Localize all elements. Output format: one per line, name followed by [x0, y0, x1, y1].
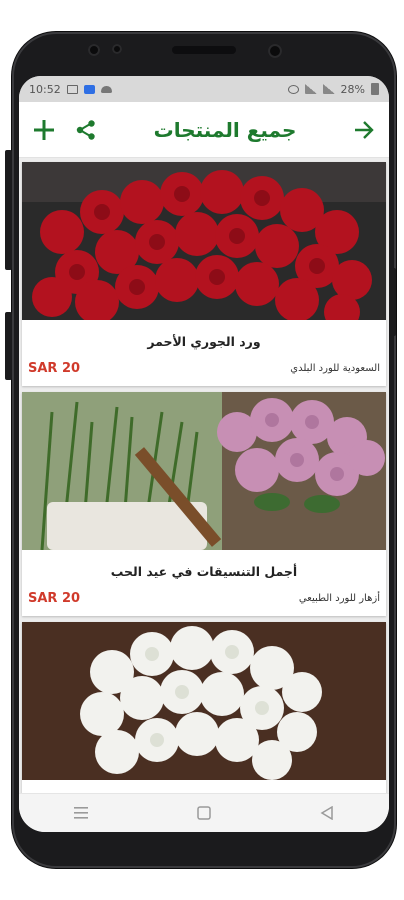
front-camera	[268, 44, 282, 58]
back-icon	[320, 806, 334, 820]
cloud-icon	[100, 85, 112, 93]
share-button[interactable]	[73, 117, 99, 143]
forward-button[interactable]	[351, 117, 377, 143]
product-image-red-roses	[22, 162, 386, 320]
product-card[interactable]: ورد الجوري الأحمر SAR 20 السعودية للورد …	[22, 162, 386, 386]
app-notification-icon	[83, 84, 95, 94]
home-icon	[197, 806, 211, 820]
alarm-icon	[287, 84, 299, 94]
product-list[interactable]: ورد الجوري الأحمر SAR 20 السعودية للورد …	[19, 158, 389, 794]
signal-icon	[322, 84, 335, 94]
volume-button	[5, 150, 12, 270]
product-name	[22, 780, 386, 794]
earpiece	[172, 46, 236, 54]
bixby-button	[5, 312, 12, 380]
product-card[interactable]	[22, 622, 386, 794]
plus-icon	[34, 119, 54, 140]
page-title: جميع المنتجات	[153, 117, 297, 142]
share-icon	[76, 119, 95, 140]
back-button[interactable]	[307, 801, 347, 825]
status-time: 10:52	[29, 82, 61, 96]
home-button[interactable]	[184, 801, 224, 825]
sensor	[88, 44, 100, 56]
battery-icon	[371, 83, 379, 95]
system-nav-bar	[19, 793, 389, 832]
wifi-icon	[304, 84, 317, 94]
product-image-pink-roses	[22, 392, 386, 550]
product-price: SAR 20	[28, 591, 81, 606]
shop-name: أزهار للورد الطبيعي	[298, 593, 380, 604]
power-button	[390, 268, 396, 336]
product-price: SAR 20	[28, 361, 81, 376]
battery-level: 28%	[340, 82, 365, 96]
status-bar: 10:52 28%	[19, 76, 389, 102]
screen: 10:52 28% جميع المنتجات ورد الجوري الأحم…	[19, 76, 389, 832]
product-name: ورد الجوري الأحمر	[147, 334, 261, 349]
notification-icon	[66, 84, 78, 94]
product-image-white-roses	[22, 622, 386, 780]
shop-name: السعودية للورد البلدي	[290, 363, 380, 374]
sensor	[112, 44, 122, 54]
app-bar: جميع المنتجات	[19, 102, 389, 158]
arrow-right-icon	[355, 120, 374, 139]
recent-apps-button[interactable]	[61, 801, 101, 825]
product-card[interactable]: أجمل التنسيقات في عيد الحب SAR 20 أزهار …	[22, 392, 386, 616]
menu-icon	[73, 807, 88, 819]
product-name: أجمل التنسيقات في عيد الحب	[110, 564, 298, 579]
add-button[interactable]	[31, 117, 57, 143]
